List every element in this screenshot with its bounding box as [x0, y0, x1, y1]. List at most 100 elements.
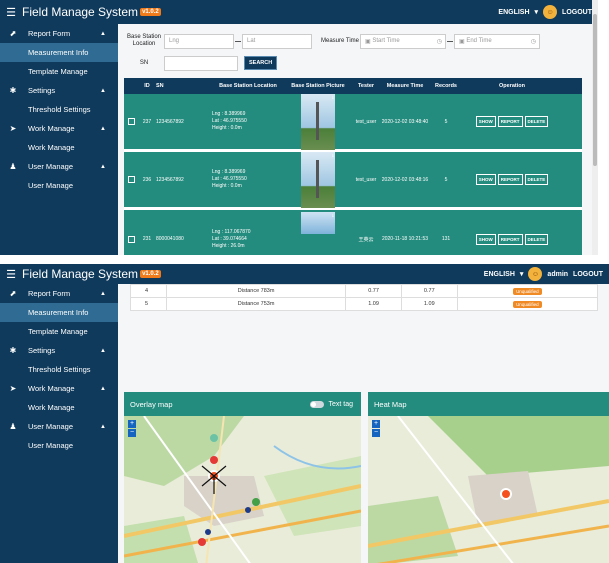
clock-icon: ◷: [436, 38, 442, 45]
overlay-map[interactable]: + −: [123, 415, 362, 563]
heat-map-marker[interactable]: [500, 488, 512, 500]
main-content: Base Station Location Lng Lat Measure Ti…: [124, 30, 590, 255]
sidebar-item-user-manage-sub[interactable]: User Manage: [0, 176, 118, 195]
sidebar-item-user-manage[interactable]: ♟ User Manage ▲: [0, 417, 118, 436]
lat-input[interactable]: Lat: [242, 33, 312, 49]
sidebar-item-settings[interactable]: ✱ Settings ▲: [0, 81, 118, 100]
table-row[interactable]: 237 1234567892 Lng : 8.389969 Lat : 46.97…: [124, 93, 582, 152]
show-button[interactable]: SHOW: [475, 233, 496, 245]
chart-up-icon: ⬈: [9, 289, 17, 298]
send-icon: ➤: [9, 124, 17, 133]
chevron-down-icon[interactable]: ▾: [535, 8, 539, 16]
avatar[interactable]: ☺: [528, 267, 543, 281]
base-station-picture[interactable]: 1: [301, 151, 335, 208]
chevron-up-icon: ▲: [100, 290, 106, 297]
heat-map[interactable]: + −: [367, 415, 609, 563]
sn-label: SN: [139, 59, 149, 66]
end-time-input[interactable]: ▣ End Time ◷: [454, 33, 540, 49]
menu-icon[interactable]: ☰: [0, 268, 22, 281]
heat-map-canvas: [367, 415, 609, 563]
base-station-picture[interactable]: 1: [301, 212, 335, 234]
text-tag-label: Text tag: [328, 400, 353, 408]
gear-icon: ✱: [9, 346, 17, 355]
chart-up-icon: ⬈: [9, 29, 17, 38]
map-marker-navy[interactable]: [245, 507, 251, 513]
logout-button[interactable]: LOGOUT: [562, 9, 592, 16]
lng-input[interactable]: Lng: [164, 33, 234, 49]
map-marker-red[interactable]: [210, 456, 218, 464]
sidebar-item-work-manage[interactable]: ➤ Work Manage ▲: [0, 119, 118, 138]
version-badge: v1.0.2: [140, 8, 161, 16]
sidebar-item-work-manage-sub[interactable]: Work Manage: [0, 398, 118, 417]
map-marker-teal[interactable]: [210, 434, 218, 442]
main-content: 4 Distance 783m 0.77 0.77 Unqualified 5 …: [123, 284, 609, 563]
base-station-location-label: Base Station Location: [126, 34, 162, 47]
table-row[interactable]: 236 1234567892 Lng : 8.389969 Lat : 46.97…: [124, 151, 582, 210]
delete-button[interactable]: DELETE: [524, 116, 549, 127]
report-button[interactable]: REPORT: [497, 174, 523, 185]
sidebar-item-work-manage-sub[interactable]: Work Manage: [0, 138, 118, 157]
sidebar-item-work-manage[interactable]: ➤ Work Manage ▲: [0, 379, 118, 398]
overlay-map-title: Overlay map: [130, 399, 173, 409]
row-checkbox[interactable]: [127, 176, 135, 183]
measurement-list-screen: ☰ Field Manage System v1.0.2 ENGLISH ▾ ☺…: [0, 0, 598, 255]
records-table: 4 Distance 783m 0.77 0.77 Unqualified 5 …: [130, 284, 599, 311]
sidebar-item-template-manage[interactable]: Template Manage: [0, 62, 118, 81]
map-marker-red[interactable]: [198, 538, 206, 546]
menu-icon[interactable]: ☰: [0, 6, 22, 19]
map-marker-green[interactable]: [252, 498, 260, 506]
chevron-down-icon[interactable]: ▾: [520, 270, 524, 278]
text-tag-toggle[interactable]: [310, 400, 325, 408]
username: admin: [547, 270, 569, 278]
sidebar-item-threshold-settings[interactable]: Threshold Settings: [0, 360, 118, 379]
calendar-icon: ▣: [365, 38, 373, 45]
row-checkbox[interactable]: [127, 118, 135, 125]
sidebar-item-template-manage[interactable]: Template Manage: [0, 322, 118, 341]
status-badge: Unqualified: [513, 300, 542, 308]
filter-panel: Base Station Location Lng Lat Measure Ti…: [124, 30, 590, 74]
logout-button[interactable]: LOGOUT: [573, 271, 603, 278]
report-button[interactable]: REPORT: [497, 116, 523, 127]
language-select[interactable]: ENGLISH: [498, 9, 529, 16]
sidebar-item-user-manage[interactable]: ♟ User Manage ▲: [0, 157, 118, 176]
heat-map-title: Heat Map: [374, 399, 407, 409]
zoom-out-button[interactable]: −: [372, 429, 380, 437]
zoom-controls: + −: [128, 420, 136, 438]
sidebar-item-measurement-info[interactable]: Measurement Info: [0, 43, 118, 62]
sidebar-item-report-form[interactable]: ⬈ Report Form ▲: [0, 24, 118, 43]
show-button[interactable]: SHOW: [475, 174, 496, 185]
table-row: 4 Distance 783m 0.77 0.77 Unqualified: [130, 284, 599, 298]
sidebar-item-settings[interactable]: ✱ Settings ▲: [0, 341, 118, 360]
clock-icon: ◷: [530, 38, 536, 45]
map-marker-navy[interactable]: [205, 529, 211, 535]
scrollbar[interactable]: [592, 0, 598, 255]
start-time-input[interactable]: ▣ Start Time ◷: [360, 33, 446, 49]
sidebar-item-threshold-settings[interactable]: Threshold Settings: [0, 100, 118, 119]
gear-icon: ✱: [9, 86, 17, 95]
report-button[interactable]: REPORT: [497, 233, 523, 245]
language-select[interactable]: ENGLISH: [484, 271, 515, 278]
row-checkbox[interactable]: [127, 235, 135, 243]
zoom-out-button[interactable]: −: [128, 429, 136, 437]
chevron-up-icon: ▲: [100, 87, 106, 94]
table-header: ID SN Base Station Location Base Station…: [124, 78, 582, 94]
base-station-picture[interactable]: 1: [301, 93, 335, 150]
show-button[interactable]: SHOW: [475, 116, 496, 127]
version-badge: v1.0.2: [140, 270, 161, 278]
sidebar-item-report-form[interactable]: ⬈ Report Form ▲: [0, 284, 118, 303]
calendar-icon: ▣: [459, 38, 467, 45]
search-button[interactable]: SEARCH: [244, 56, 278, 70]
sn-input[interactable]: [164, 55, 238, 71]
app-title: Field Manage System: [22, 267, 139, 281]
chevron-up-icon: ▲: [100, 163, 106, 170]
table-row[interactable]: 231 8000041080 Lng : 117.067870 Lat : 39.…: [124, 210, 582, 255]
table-row: 5 Distance 753m 1.09 1.09 Unqualified: [130, 297, 599, 311]
send-icon: ➤: [9, 384, 17, 393]
delete-button[interactable]: DELETE: [524, 233, 549, 245]
avatar[interactable]: ☺: [543, 5, 558, 19]
sidebar-item-measurement-info[interactable]: Measurement Info: [0, 303, 118, 322]
delete-button[interactable]: DELETE: [524, 174, 549, 185]
sidebar-item-user-manage-sub[interactable]: User Manage: [0, 436, 118, 455]
zoom-in-button[interactable]: +: [372, 420, 380, 428]
zoom-in-button[interactable]: +: [128, 420, 136, 428]
